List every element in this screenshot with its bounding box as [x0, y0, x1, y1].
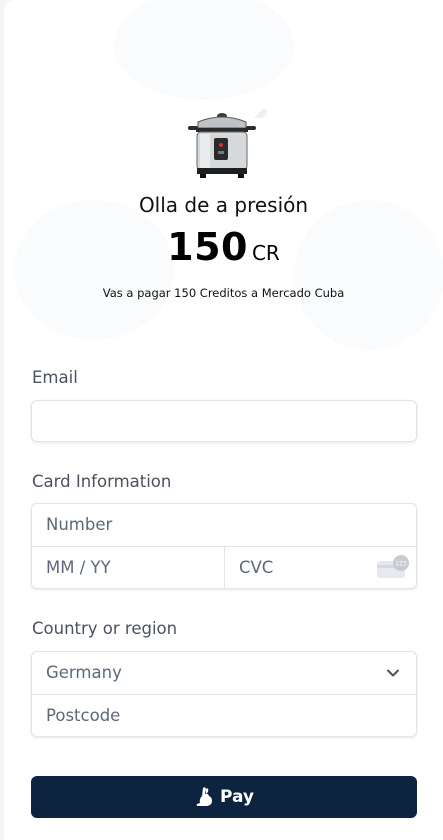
price: 150 CR [4, 225, 443, 269]
card-information-label: Card Information [32, 472, 172, 491]
card-expiry-field[interactable]: MM / YY [46, 558, 111, 577]
cvc-card-icon: 123 [377, 555, 409, 578]
payment-note: Vas a pagar 150 Creditos a Mercado Cuba [102, 286, 345, 300]
chevron-down-icon[interactable] [385, 665, 401, 681]
background-decoration [14, 200, 174, 340]
background-decoration [114, 0, 294, 100]
country-group: Germany Postcode [31, 651, 417, 737]
price-value: 150 [167, 225, 248, 269]
postcode-field[interactable]: Postcode [46, 706, 120, 725]
rabbit-icon [196, 787, 212, 806]
price-unit: CR [251, 241, 280, 265]
country-label: Country or region [32, 619, 178, 638]
country-select[interactable]: Germany [46, 663, 122, 682]
card-number-field[interactable]: Number [46, 515, 112, 534]
product-title: Olla de a presión [138, 193, 309, 217]
card-information-group: Number MM / YY CVC 123 [31, 503, 417, 589]
pay-button-label: Pay [219, 787, 255, 807]
email-label: Email [32, 368, 78, 387]
card-cvc-field[interactable]: CVC [239, 558, 273, 577]
cvc-badge-text: 123 [395, 561, 407, 568]
divider [224, 547, 225, 588]
checkout-page: Olla de a presión 150 CR Vas a pagar 150… [4, 0, 443, 840]
divider [32, 694, 416, 695]
pay-button[interactable]: Pay [31, 776, 417, 818]
email-field[interactable] [31, 400, 417, 442]
background-decoration [294, 200, 443, 350]
pressure-cooker-icon [188, 108, 267, 178]
